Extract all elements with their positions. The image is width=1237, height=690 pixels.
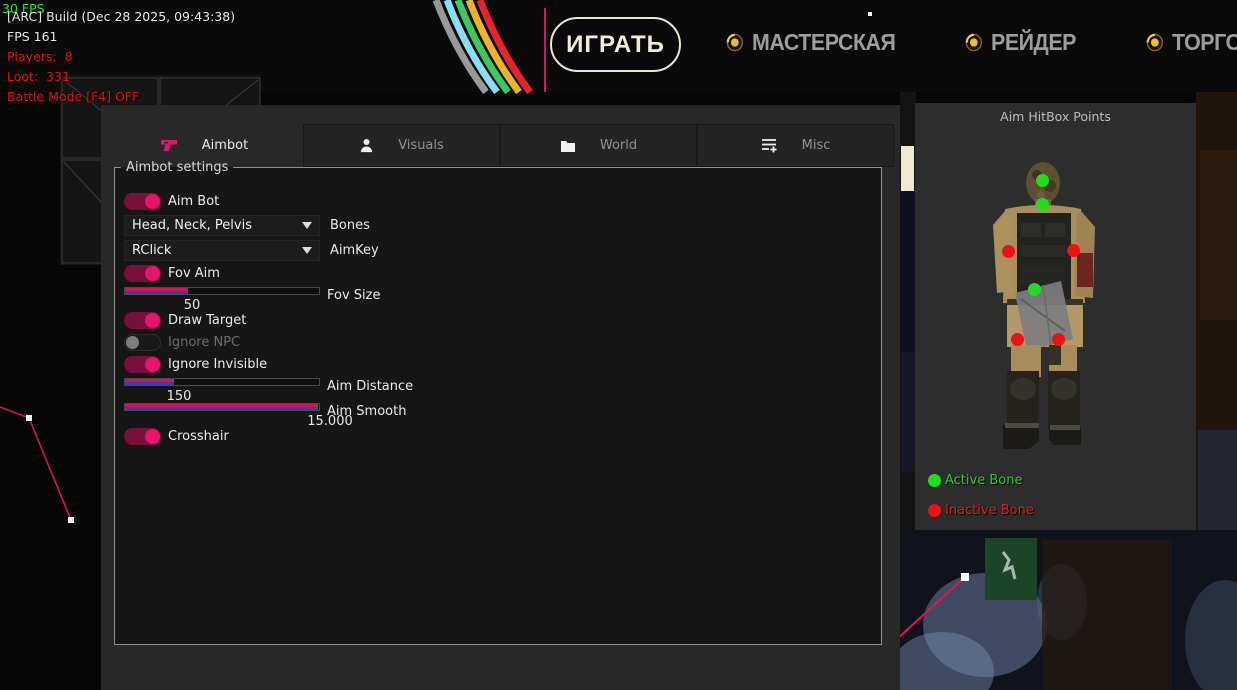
tab-label: Aimbot (202, 138, 248, 153)
crosshair-label: Crosshair (168, 429, 229, 444)
ignore-invisible-toggle[interactable] (124, 356, 161, 373)
tab-label: World (600, 138, 637, 153)
hitbox-dot-pelvis[interactable] (1028, 283, 1041, 296)
fov-size-slider[interactable] (124, 287, 320, 295)
toggle-knob (145, 266, 160, 281)
draw-target-toggle[interactable] (124, 312, 161, 329)
coin-icon (1146, 33, 1164, 52)
group-title: Aimbot settings (121, 160, 233, 175)
fov-size-label: Fov Size (327, 288, 380, 303)
bones-label: Bones (330, 218, 370, 233)
aim-smooth-value: 15.000 (300, 414, 360, 429)
menu-item-label: МАСТЕРСКАЯ (752, 29, 895, 56)
folder-icon (560, 139, 576, 153)
play-button[interactable]: ИГРАТЬ (550, 17, 681, 72)
aim-bot-label: Aim Bot (168, 194, 219, 209)
hitbox-panel: Aim HitBox Points (915, 103, 1196, 530)
chevron-down-icon (302, 222, 312, 229)
tab-label: Misc (802, 138, 831, 153)
toggle-knob (145, 429, 160, 444)
menu-item-raider[interactable]: РЕЙДЕР (965, 28, 1076, 56)
aim-distance-slider[interactable] (124, 378, 320, 386)
hitbox-dot-neck[interactable] (1036, 198, 1049, 211)
fps-info: FPS 161 (7, 29, 58, 44)
build-info: [ARC] Build (Dec 28 2025, 09:43:38) (7, 9, 235, 24)
toggle-knob (145, 313, 160, 328)
aimkey-dropdown[interactable]: RClick (124, 240, 320, 261)
ignore-npc-toggle[interactable] (124, 334, 161, 351)
active-bone-dot-icon (928, 474, 941, 487)
aim-bot-toggle[interactable] (124, 193, 161, 210)
fov-aim-toggle[interactable] (124, 265, 161, 282)
bones-dropdown[interactable]: Head, Neck, Pelvis (124, 215, 320, 236)
toggle-knob (126, 336, 139, 349)
hitbox-dot-right-thigh[interactable] (1052, 333, 1065, 346)
cheat-menu-panel: Aimbot Visuals World (101, 105, 900, 690)
coin-icon (726, 33, 744, 52)
crosshair-toggle[interactable] (124, 428, 161, 445)
ignore-invisible-label: Ignore Invisible (168, 357, 267, 372)
hitbox-panel-title: Aim HitBox Points (915, 109, 1196, 124)
menu-item-label: РЕЙДЕР (991, 29, 1076, 56)
person-icon (359, 138, 374, 153)
game-screen: ИГРАТЬ МАСТЕРСКАЯ РЕЙДЕР ТОРГО 30 FPS [A… (0, 0, 1237, 690)
aim-distance-label: Aim Distance (327, 379, 413, 394)
aimkey-dropdown-value: RClick (132, 243, 171, 258)
inactive-bone-label: Inactive Bone (945, 503, 1034, 518)
hitbox-dot-head[interactable] (1036, 174, 1049, 187)
active-bone-label: Active Bone (945, 473, 1022, 488)
aim-smooth-slider[interactable] (124, 403, 320, 411)
menu-item-label: ТОРГО (1172, 29, 1237, 56)
hitbox-dot-left-shoulder[interactable] (1002, 245, 1015, 258)
fov-size-value: 50 (172, 298, 212, 313)
toggle-knob (145, 357, 160, 372)
battle-mode-info: Battle Mode [F4] OFF (7, 89, 139, 104)
players-info: Players: 8 (7, 49, 73, 64)
chevron-down-icon (302, 247, 312, 254)
fov-aim-label: Fov Aim (168, 266, 220, 281)
tab-label: Visuals (398, 138, 444, 153)
slider-fill (125, 404, 318, 410)
slider-fill (125, 288, 188, 294)
playlist-add-icon (761, 138, 778, 153)
bones-dropdown-value: Head, Neck, Pelvis (132, 218, 252, 233)
draw-target-label: Draw Target (168, 313, 246, 328)
slider-fill (125, 379, 174, 385)
loot-info: Loot: 331 (7, 69, 70, 84)
aim-distance-value: 150 (159, 389, 199, 404)
inactive-bone-dot-icon (928, 504, 941, 517)
hitbox-dot-right-shoulder[interactable] (1067, 244, 1080, 257)
pistol-icon (161, 139, 178, 153)
hitbox-dot-left-thigh[interactable] (1011, 333, 1024, 346)
toggle-knob (145, 194, 160, 209)
aimkey-label: AimKey (330, 243, 379, 258)
coin-icon (965, 33, 983, 52)
menu-item-trader[interactable]: ТОРГО (1146, 28, 1237, 56)
ignore-npc-label: Ignore NPC (168, 335, 240, 350)
menu-item-workshop[interactable]: МАСТЕРСКАЯ (726, 28, 895, 56)
